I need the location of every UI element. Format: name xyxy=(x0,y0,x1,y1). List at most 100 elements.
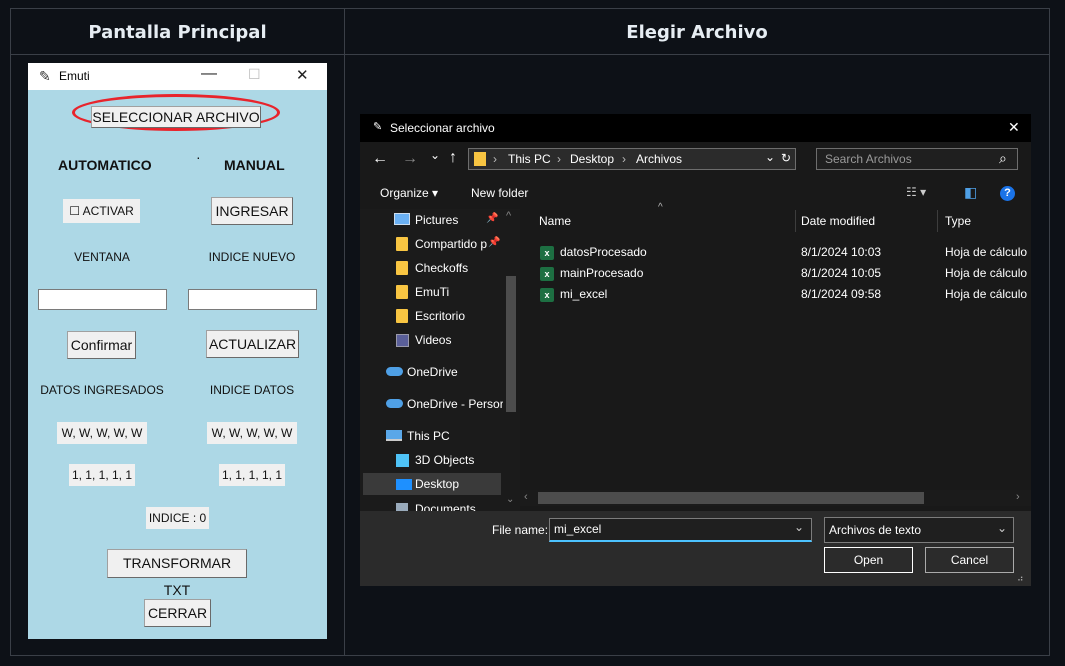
column-date-modified[interactable]: Date modified xyxy=(801,210,875,232)
folder-icon xyxy=(474,152,486,166)
excel-file-icon: x xyxy=(540,267,554,281)
header-elegir-archivo: Elegir Archivo xyxy=(626,22,768,43)
file-name-value: mi_excel xyxy=(554,522,602,536)
file-name-label: File name: xyxy=(492,523,549,537)
sidebar-item-desktop[interactable]: Desktop xyxy=(415,474,459,494)
crumb-desktop[interactable]: Desktop xyxy=(570,152,614,166)
dot-mark: · xyxy=(196,149,201,165)
sidebar-item-emuti[interactable]: EmuTi xyxy=(415,282,449,302)
file-date: 8/1/2024 10:05 xyxy=(801,266,882,280)
sidebar-item-pictures[interactable]: Pictures xyxy=(415,210,458,230)
cancel-button[interactable]: Cancel xyxy=(925,547,1014,573)
refresh-icon[interactable]: ↻ xyxy=(781,151,791,165)
desktop-icon xyxy=(396,479,412,490)
sidebar-item-documents[interactable]: Documents xyxy=(415,499,476,511)
file-date: 8/1/2024 09:58 xyxy=(801,287,882,301)
recent-locations-icon[interactable]: ⌄ xyxy=(430,148,440,162)
search-icon: ⌕ xyxy=(999,150,1007,166)
file-name-input[interactable]: mi_excel ⌄ xyxy=(549,518,812,542)
file-name: mi_excel xyxy=(560,287,608,301)
file-date: 8/1/2024 10:03 xyxy=(801,245,882,259)
new-folder-button[interactable]: New folder xyxy=(471,186,528,200)
dialog-titlebar: ✎ Seleccionar archivo ✕ xyxy=(360,114,1031,142)
indice-nuevo-input[interactable] xyxy=(188,289,317,310)
dialog-close-button[interactable]: ✕ xyxy=(1008,119,1020,136)
confirmar-button[interactable]: Confirmar xyxy=(67,331,136,359)
column-separator xyxy=(795,210,796,232)
minimize-button[interactable]: — xyxy=(201,65,217,83)
excel-file-icon: x xyxy=(540,288,554,302)
sidebar-item-onedrive-personal[interactable]: OneDrive - Persor xyxy=(407,394,503,414)
file-name: datosProcesado xyxy=(560,245,647,259)
cerrar-button[interactable]: CERRAR xyxy=(144,599,211,627)
folder-icon xyxy=(396,237,408,251)
ventana-input[interactable] xyxy=(38,289,167,310)
scroll-right-icon[interactable]: › xyxy=(1016,491,1020,503)
column-divider xyxy=(344,9,345,655)
excel-file-icon: x xyxy=(540,246,554,260)
window-title: Emuti xyxy=(59,69,90,83)
sidebar-item-checkoffs[interactable]: Checkoffs xyxy=(415,258,468,278)
indice-nuevo-label: INDICE NUEVO xyxy=(208,250,296,264)
preview-pane-icon[interactable]: ◧ xyxy=(964,184,977,201)
pin-icon: 📌 xyxy=(486,213,499,224)
column-type[interactable]: Type xyxy=(945,210,971,232)
file-name: mainProcesado xyxy=(560,266,644,280)
datos-ones-box: 1, 1, 1, 1, 1 xyxy=(69,464,135,486)
open-button[interactable]: Open xyxy=(824,547,913,573)
sidebar-scrollbar-thumb[interactable] xyxy=(506,276,516,412)
file-list-scrollbar-thumb[interactable] xyxy=(538,492,924,504)
crumb-this-pc[interactable]: This PC xyxy=(508,152,551,166)
close-button[interactable]: ✕ xyxy=(296,66,309,84)
activate-checkbox[interactable]: ☐ ACTIVAR xyxy=(63,199,140,223)
sidebar-item-escritorio[interactable]: Escritorio xyxy=(415,306,465,326)
indice-datos-label: INDICE DATOS xyxy=(209,383,295,397)
sidebar-item-compartido[interactable]: Compartido p xyxy=(415,234,496,254)
address-dropdown-icon[interactable]: ⌄ xyxy=(765,150,775,164)
view-options-icon[interactable]: ☷ ▾ xyxy=(906,185,926,199)
resize-grip-icon[interactable]: ⠴ xyxy=(1017,573,1024,584)
back-arrow-icon[interactable]: ← xyxy=(372,150,388,168)
pin-icon: 📌 xyxy=(488,237,501,248)
header-pantalla-principal: Pantalla Principal xyxy=(88,22,267,43)
organize-menu[interactable]: Organize ▾ xyxy=(380,186,438,200)
cube-icon xyxy=(396,454,409,467)
checkbox-icon: ☐ xyxy=(69,204,80,218)
indice-datos-values-box: W, W, W, W, W xyxy=(207,422,297,444)
transformar-txt-button[interactable]: TRANSFORMAR TXT xyxy=(107,549,247,598)
actualizar-button[interactable]: ACTUALIZAR xyxy=(206,330,299,358)
scroll-down-icon[interactable]: ⌄ xyxy=(506,494,514,505)
crumb-separator: › xyxy=(493,152,497,166)
datos-ingresados-label: DATOS INGRESADOS xyxy=(40,383,164,397)
header-divider xyxy=(11,54,1049,55)
forward-arrow-icon[interactable]: → xyxy=(402,150,418,168)
activate-label: ACTIVAR xyxy=(82,204,134,218)
folder-icon xyxy=(396,285,408,299)
crumb-archivos[interactable]: Archivos xyxy=(636,152,682,166)
manual-label: MANUAL xyxy=(224,157,285,173)
file-type: Hoja de cálculo xyxy=(945,287,1028,301)
up-arrow-icon[interactable]: ↑ xyxy=(449,149,457,167)
sidebar-item-3d-objects[interactable]: 3D Objects xyxy=(415,450,474,470)
column-name[interactable]: Name xyxy=(539,210,571,232)
search-box[interactable]: Search Archivos ⌕ xyxy=(816,148,1018,170)
crumb-separator: › xyxy=(557,152,561,166)
sidebar-item-this-pc[interactable]: This PC xyxy=(407,426,450,446)
chevron-down-icon[interactable]: ⌄ xyxy=(794,520,804,534)
help-icon[interactable]: ? xyxy=(1000,186,1015,201)
file-type-select[interactable]: Archivos de texto ⌄ xyxy=(824,517,1014,543)
sidebar-item-onedrive[interactable]: OneDrive xyxy=(407,362,458,382)
emuti-titlebar: ✎ Emuti — ☐ ✕ xyxy=(28,63,327,90)
address-bar[interactable]: › This PC › Desktop › Archivos ⌄ ↻ xyxy=(468,148,796,170)
select-file-button[interactable]: SELECCIONAR ARCHIVO xyxy=(91,106,261,128)
scroll-left-icon[interactable]: ‹ xyxy=(524,491,528,503)
sidebar-item-videos[interactable]: Videos xyxy=(415,330,451,350)
emuti-window: ✎ Emuti — ☐ ✕ SELECCIONAR ARCHIVO AUTOMA… xyxy=(28,63,327,639)
file-type-value: Archivos de texto xyxy=(829,523,922,537)
sidebar-clip: Documents xyxy=(360,499,504,511)
maximize-button[interactable]: ☐ xyxy=(248,66,261,83)
file-type: Hoja de cálculo xyxy=(945,266,1028,280)
documents-icon xyxy=(396,503,408,511)
ingresar-button[interactable]: INGRESAR xyxy=(211,197,293,225)
scroll-up-icon[interactable]: ^ xyxy=(506,210,511,222)
